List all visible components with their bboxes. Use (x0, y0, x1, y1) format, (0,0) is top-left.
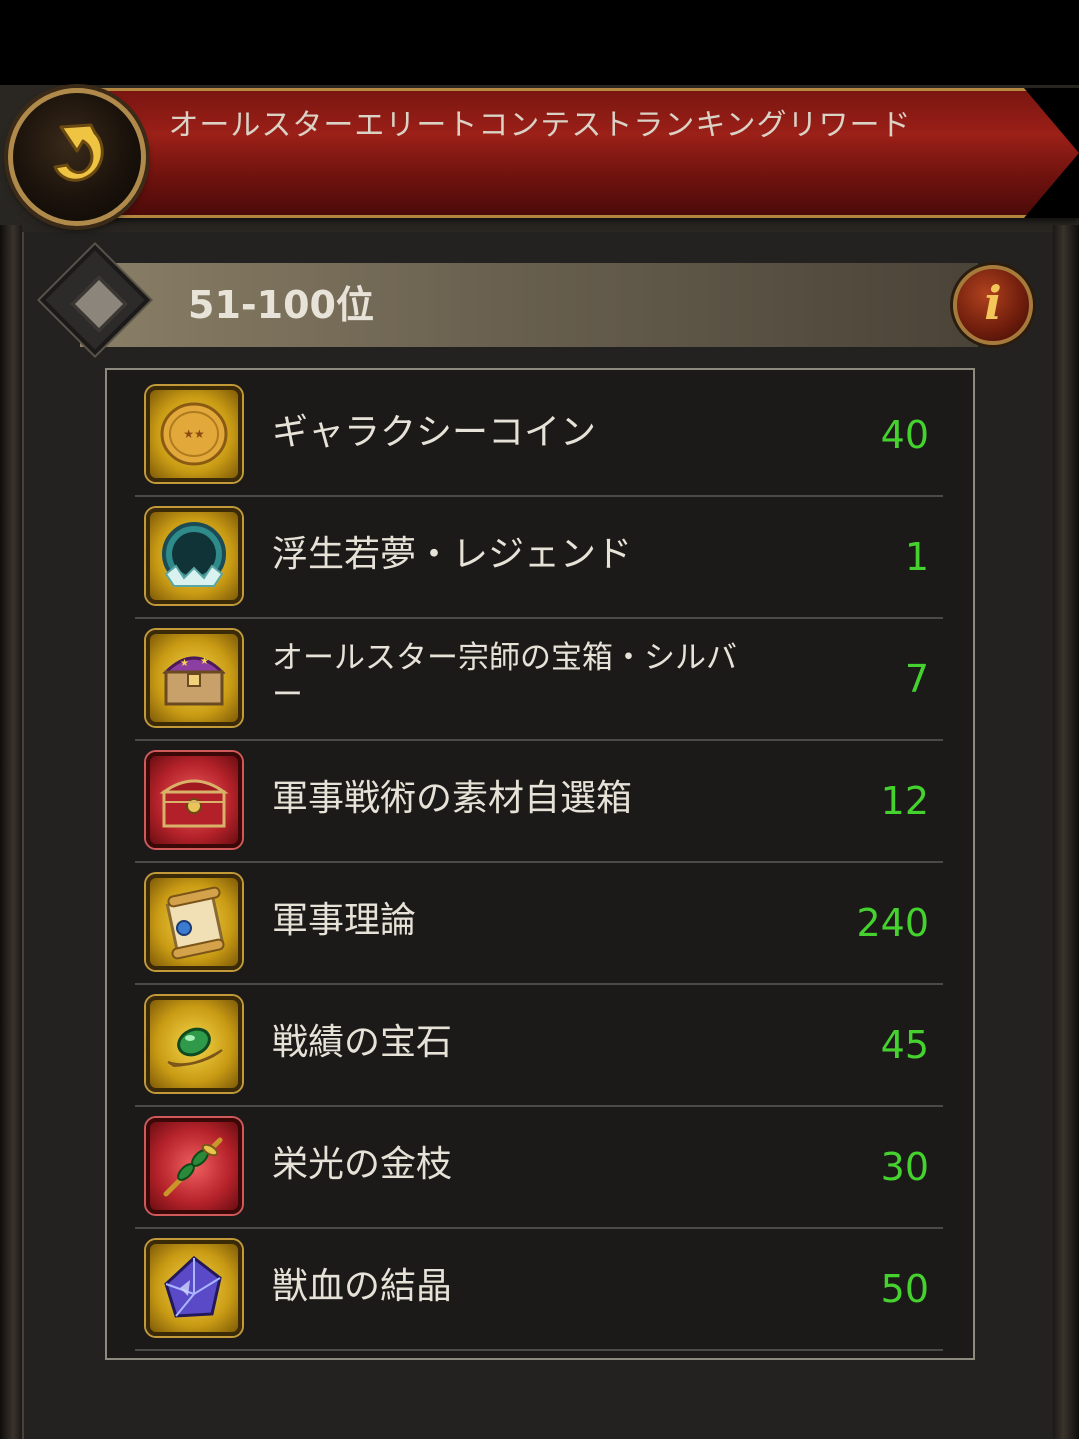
reward-name: 獣血の結晶 (272, 1266, 453, 1307)
svg-text:★★: ★★ (183, 427, 205, 441)
reward-icon-frame: ★ ★ (146, 630, 242, 726)
green-gem-icon (167, 1027, 223, 1068)
panel-right-pillar (1053, 225, 1079, 1439)
info-icon: i (984, 276, 1002, 330)
rank-range-label: 51-100位 (188, 283, 374, 327)
back-button[interactable] (8, 88, 146, 226)
reward-name: 浮生若夢・レジェンド (272, 534, 633, 575)
panel-left-pillar (0, 225, 22, 1439)
golden-branch-icon (163, 1137, 223, 1197)
reward-icon-frame: ★★ (146, 386, 242, 482)
svg-text:★: ★ (200, 656, 209, 667)
page-title: オールスターエリートコンテストランキングリワード (168, 108, 912, 143)
reward-name: 軍事戦術の素材自選箱 (272, 778, 633, 819)
legend-mirror-icon (162, 522, 226, 587)
reward-quantity: 45 (880, 1023, 929, 1067)
scroll-icon (165, 886, 225, 960)
reward-row[interactable]: ★★ ギャラクシーコイン 40 (135, 375, 943, 497)
reward-icon-frame (146, 874, 242, 970)
reward-row[interactable]: 軍事戦術の素材自選箱 12 (135, 741, 943, 863)
reward-row[interactable]: 戦績の宝石 45 (135, 985, 943, 1107)
reward-quantity: 30 (880, 1145, 929, 1189)
back-arrow-icon (53, 123, 104, 182)
info-button[interactable]: i (953, 265, 1033, 345)
all-star-coin-icon: ★★ (160, 402, 228, 466)
reward-quantity: 12 (880, 779, 929, 823)
red-chest-icon (159, 779, 229, 828)
reward-name: 栄光の金枝 (272, 1144, 453, 1185)
reward-icon-frame (146, 996, 242, 1092)
reward-quantity: 40 (880, 413, 929, 457)
reward-row[interactable]: 軍事理論 240 (135, 863, 943, 985)
reward-row[interactable]: 栄光の金枝 30 (135, 1107, 943, 1229)
reward-name: ギャラクシーコイン (272, 412, 597, 453)
reward-icon-frame (146, 508, 242, 604)
svg-text:★: ★ (180, 658, 189, 669)
reward-icon-frame (146, 1118, 242, 1214)
reward-name: オールスター宗師の宝箱・シルバー (272, 640, 737, 713)
crystal-icon (164, 1256, 222, 1318)
reward-quantity: 240 (856, 901, 929, 945)
reward-row[interactable]: 浮生若夢・レジェンド 1 (135, 497, 943, 619)
treasure-chest-icon: ★ ★ (162, 656, 226, 706)
reward-quantity: 7 (904, 657, 929, 701)
reward-quantity: 50 (880, 1267, 929, 1311)
top-black-bar (0, 0, 1079, 85)
reward-row[interactable]: 獣血の結晶 50 (135, 1229, 943, 1351)
reward-name: 戦績の宝石 (272, 1022, 453, 1063)
reward-icon-frame (146, 1240, 242, 1336)
reward-quantity: 1 (904, 535, 929, 579)
reward-icon-frame (146, 752, 242, 848)
reward-row[interactable]: ★ ★ オールスター宗師の宝箱・シルバー 7 (135, 619, 943, 741)
reward-name: 軍事理論 (272, 900, 417, 941)
